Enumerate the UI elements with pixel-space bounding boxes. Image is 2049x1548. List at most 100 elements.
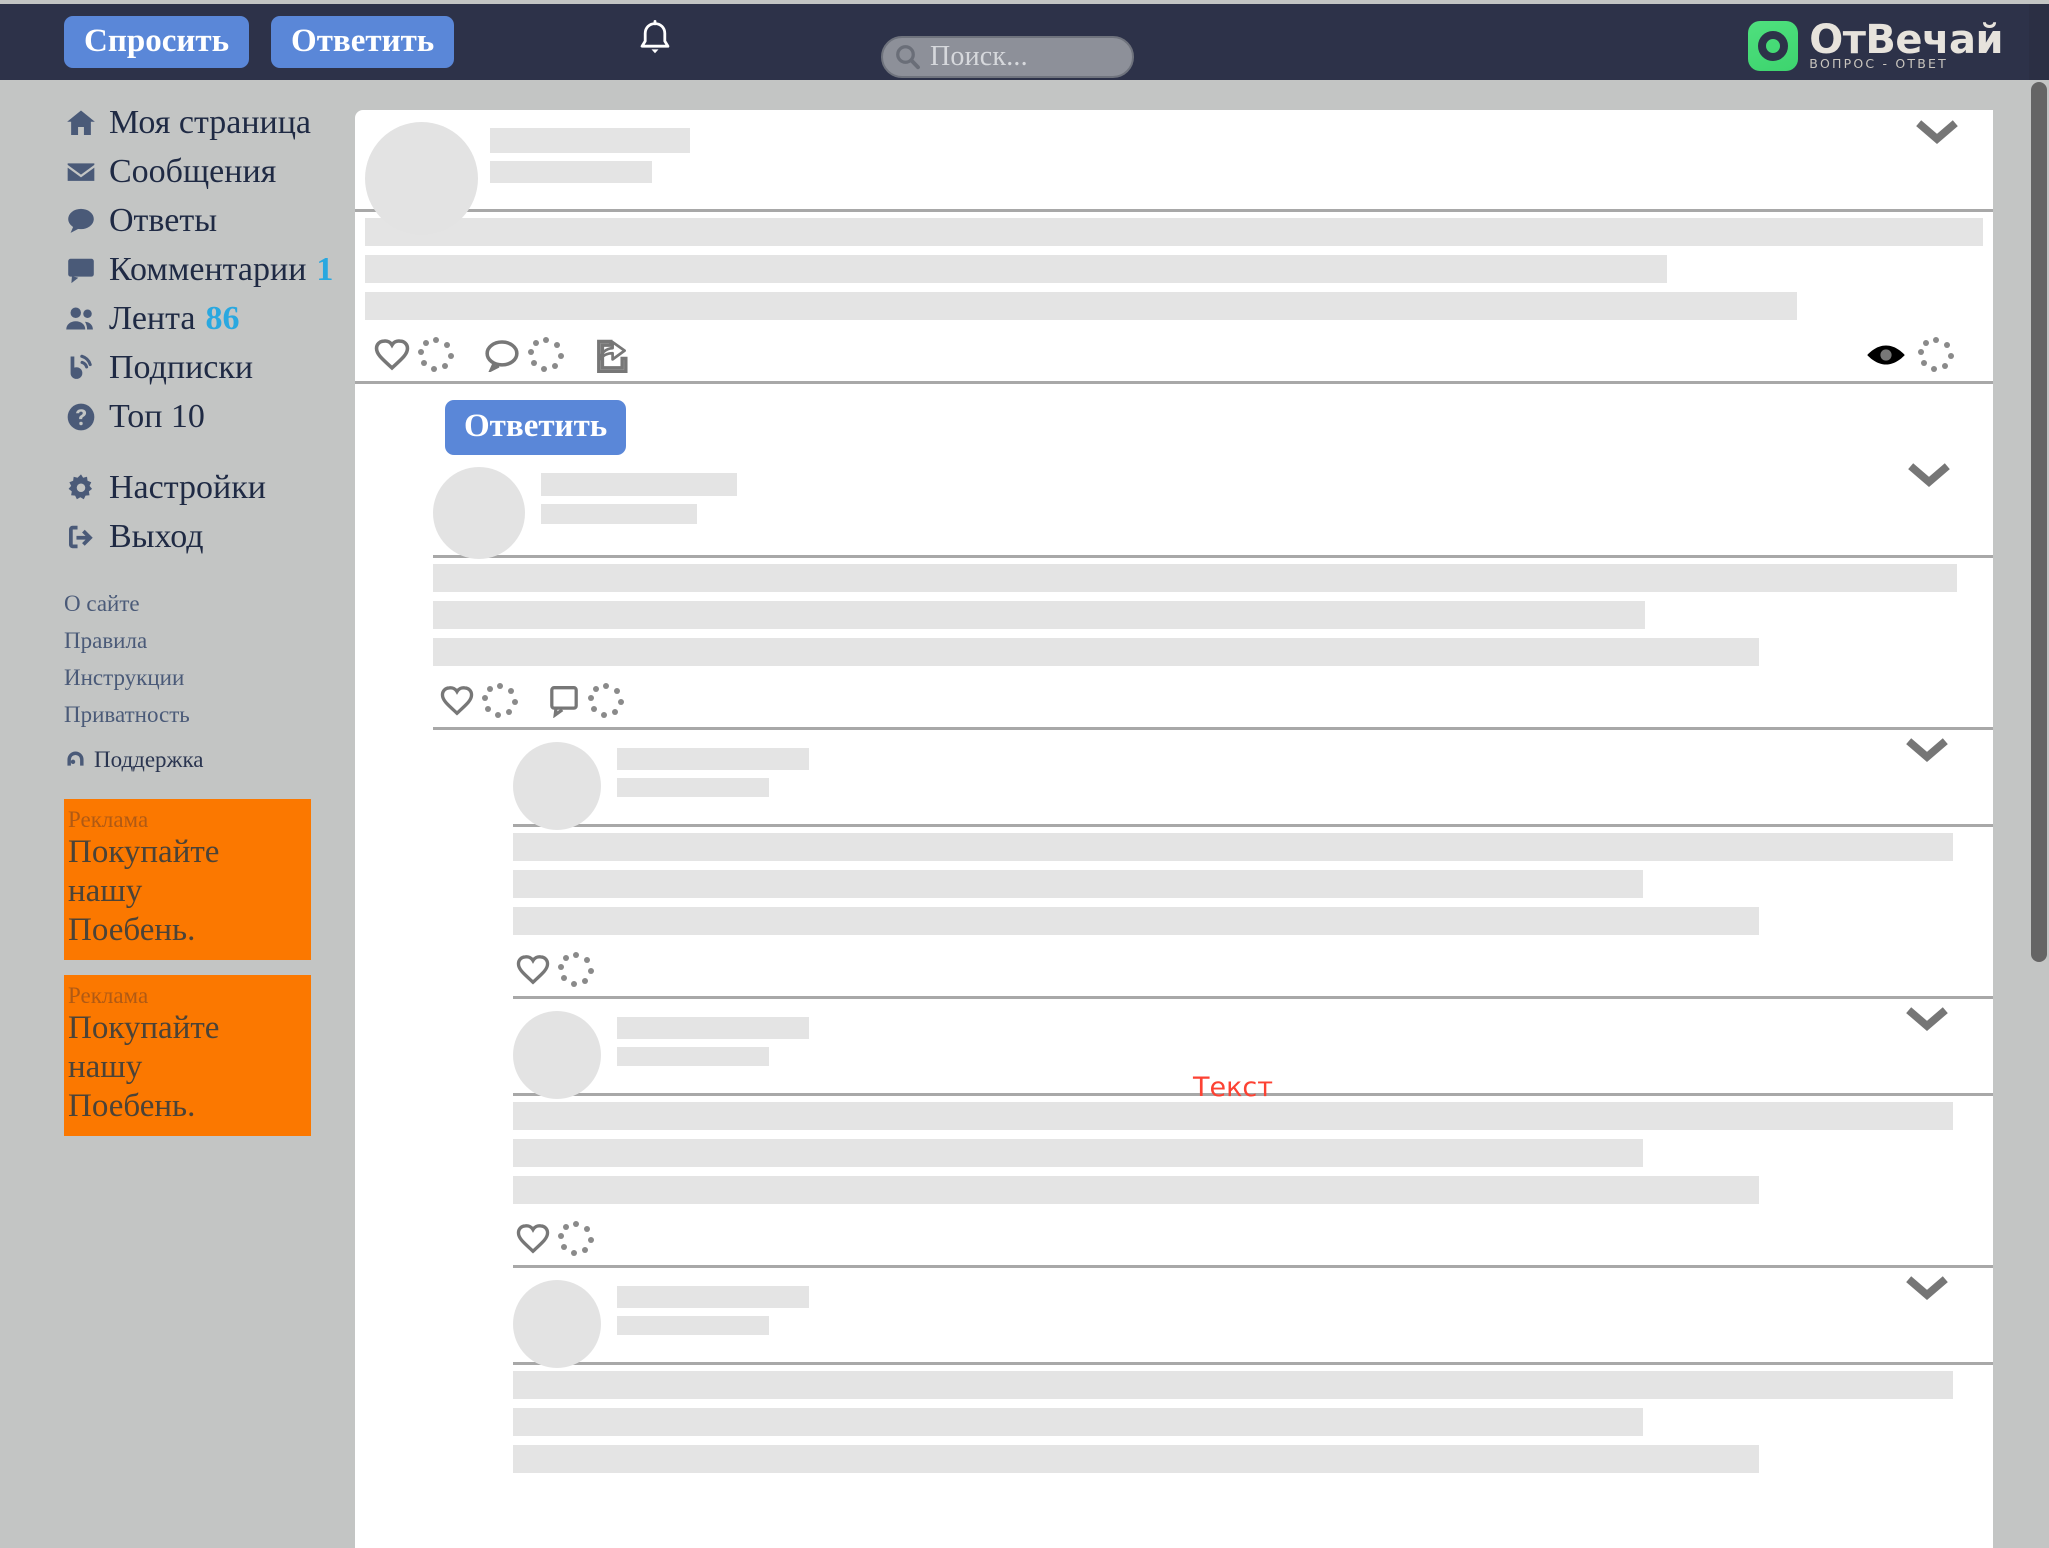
avatar[interactable] bbox=[513, 742, 601, 830]
ad-block[interactable]: Реклама Покупайте нашу Поебень. bbox=[64, 799, 311, 960]
sidebar-item-label: Лента bbox=[109, 299, 196, 337]
loading-spinner bbox=[1917, 336, 1955, 374]
body-line bbox=[433, 638, 1759, 666]
people-icon bbox=[64, 302, 98, 336]
site-logo[interactable]: ОтВечай ВОПРОС - ОТВЕТ bbox=[1748, 20, 2003, 72]
ask-button[interactable]: Спросить bbox=[64, 15, 250, 69]
ad-block[interactable]: Реклама Покупайте нашу Поебень. bbox=[64, 975, 311, 1136]
bell-icon bbox=[640, 19, 670, 54]
reply-button[interactable]: Ответить bbox=[445, 400, 627, 455]
sidebar-item-label: Ответы bbox=[109, 201, 218, 239]
like-button[interactable] bbox=[439, 682, 519, 720]
sidebar-item-label: Топ 10 bbox=[109, 397, 205, 435]
post-actions bbox=[355, 329, 1993, 381]
comment-button[interactable] bbox=[547, 682, 625, 720]
body-line bbox=[433, 601, 1645, 629]
sidebar-item-top10[interactable]: Топ 10 bbox=[0, 392, 355, 441]
author-name-placeholder bbox=[490, 128, 690, 153]
body-line bbox=[513, 1139, 1644, 1167]
sidebar-item-answers[interactable]: Ответы bbox=[0, 196, 355, 245]
logo-wordmark: ОтВечай bbox=[1809, 17, 2003, 63]
collapse-comment-button[interactable] bbox=[1905, 736, 1949, 766]
collapse-answer-button[interactable] bbox=[1907, 461, 1951, 491]
loading-spinner bbox=[527, 336, 565, 374]
comment-icon bbox=[485, 340, 519, 372]
collapse-comment-button[interactable] bbox=[1905, 1274, 1949, 1304]
footer-link-privacy[interactable]: Приватность bbox=[0, 696, 355, 733]
sidebar-item-label: Сообщения bbox=[109, 152, 277, 190]
ad-line-1: Покупайте bbox=[68, 1010, 220, 1046]
body-line bbox=[513, 1371, 1953, 1399]
answer-actions bbox=[433, 675, 1993, 727]
comment-actions bbox=[513, 1213, 1993, 1265]
sidebar-item-label: Моя страница bbox=[109, 103, 312, 141]
search-placeholder: Поиск... bbox=[930, 41, 1028, 72]
views-button[interactable] bbox=[1865, 336, 1955, 374]
notifications-button[interactable] bbox=[634, 19, 676, 65]
footer-link-instructions[interactable]: Инструкции bbox=[0, 659, 355, 696]
body-line bbox=[513, 1102, 1953, 1130]
share-button[interactable] bbox=[593, 337, 631, 373]
avatar[interactable] bbox=[513, 1280, 601, 1368]
sidebar-item-comments[interactable]: Комментарии 1 bbox=[0, 245, 355, 294]
search-icon bbox=[896, 45, 920, 70]
author-name-placeholder bbox=[617, 1286, 809, 1308]
comment-body bbox=[513, 827, 1993, 935]
search-input[interactable]: Поиск... bbox=[881, 36, 1134, 78]
body-line bbox=[513, 833, 1953, 861]
speech-bubble-icon bbox=[64, 204, 98, 238]
author-name-placeholder bbox=[541, 473, 737, 496]
post-views bbox=[1865, 336, 1955, 374]
sidebar-item-messages[interactable]: Сообщения bbox=[0, 147, 355, 196]
sidebar-item-label: Подписки bbox=[109, 348, 254, 386]
collapse-comment-button[interactable] bbox=[1905, 1005, 1949, 1035]
text-annotation-marker: Текст bbox=[1193, 1072, 1273, 1103]
loading-spinner bbox=[417, 336, 455, 374]
rss-icon bbox=[64, 351, 98, 385]
heart-icon bbox=[440, 686, 474, 716]
loading-spinner bbox=[481, 682, 519, 720]
loading-spinner bbox=[557, 1220, 595, 1258]
footer-link-rules[interactable]: Правила bbox=[0, 622, 355, 659]
like-button[interactable] bbox=[373, 336, 455, 374]
post-header bbox=[355, 110, 1993, 235]
avatar[interactable] bbox=[513, 1011, 601, 1099]
author-meta-placeholder bbox=[541, 504, 697, 524]
like-button[interactable] bbox=[515, 1220, 595, 1258]
collapse-post-button[interactable] bbox=[1915, 118, 1959, 148]
sidebar-item-feed[interactable]: Лента 86 bbox=[0, 294, 355, 343]
comment-header bbox=[513, 1268, 1993, 1368]
sidebar-item-settings[interactable]: Настройки bbox=[0, 463, 355, 512]
chevron-down-icon bbox=[1906, 1276, 1948, 1300]
answer-button[interactable]: Ответить bbox=[271, 15, 455, 69]
support-link[interactable]: Поддержка bbox=[0, 747, 355, 773]
footer-link-about[interactable]: О сайте bbox=[0, 585, 355, 622]
sidebar: Моя страница Сообщения Ответы Комментари… bbox=[0, 80, 355, 1548]
chevron-down-icon bbox=[1906, 1007, 1948, 1031]
comment-body bbox=[513, 1096, 1993, 1204]
body-line bbox=[513, 870, 1644, 898]
ad-line-1: Покупайте bbox=[68, 834, 220, 870]
avatar[interactable] bbox=[433, 467, 525, 559]
comments-badge: 1 bbox=[316, 250, 334, 288]
home-icon bbox=[64, 106, 98, 140]
body-line bbox=[433, 564, 1957, 592]
avatar[interactable] bbox=[365, 122, 478, 235]
comment-button[interactable] bbox=[483, 336, 565, 374]
sidebar-item-subscriptions[interactable]: Подписки bbox=[0, 343, 355, 392]
heart-icon bbox=[516, 1224, 550, 1254]
answer-body bbox=[433, 558, 1993, 666]
like-button[interactable] bbox=[515, 951, 595, 989]
body-line bbox=[513, 907, 1759, 935]
share-icon bbox=[597, 339, 628, 373]
comment-body bbox=[513, 1365, 1993, 1473]
sidebar-item-my-page[interactable]: Моя страница bbox=[0, 98, 355, 147]
sidebar-item-label: Выход bbox=[109, 517, 204, 555]
ad-line-3: Поебень. bbox=[68, 912, 196, 948]
sidebar-item-logout[interactable]: Выход bbox=[0, 512, 355, 561]
heart-icon bbox=[374, 339, 410, 371]
eye-icon bbox=[1867, 345, 1905, 365]
comment-icon bbox=[550, 686, 578, 718]
scrollbar-thumb[interactable] bbox=[2031, 82, 2047, 962]
author-meta-placeholder bbox=[617, 1047, 769, 1066]
